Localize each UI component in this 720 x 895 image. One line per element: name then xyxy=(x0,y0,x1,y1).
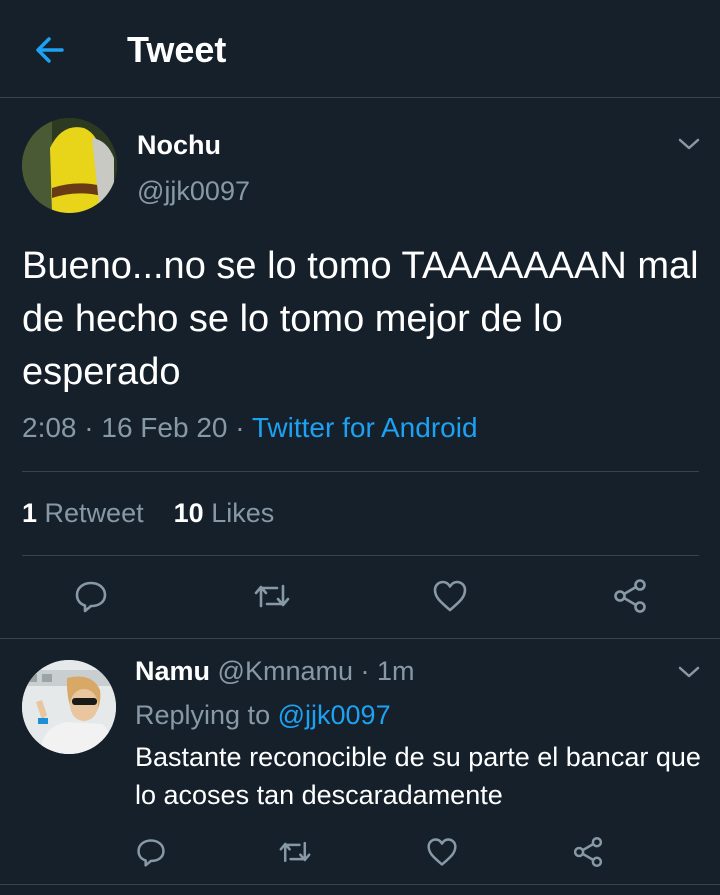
divider xyxy=(22,555,699,556)
page-title: Tweet xyxy=(127,29,227,70)
share-icon xyxy=(614,579,646,613)
tweet-source-link[interactable]: Twitter for Android xyxy=(252,412,478,443)
reply-retweet-button[interactable] xyxy=(277,836,313,873)
avatar[interactable] xyxy=(22,118,117,213)
reply-text: Bastante reconocible de su parte el banc… xyxy=(135,742,701,810)
arrow-left-icon xyxy=(36,37,64,63)
author-handle[interactable]: @jjk0097 xyxy=(137,176,250,207)
reply-button[interactable] xyxy=(73,578,109,619)
like-label: Likes xyxy=(211,498,275,528)
reply-like-button[interactable] xyxy=(426,836,458,873)
author-name[interactable]: Nochu xyxy=(137,130,221,161)
replying-prefix: Replying to xyxy=(135,700,271,730)
replying-to: Replying to @jjk0097 xyxy=(135,700,391,731)
tweet-timestamp: 2:08 · 16 Feb 20 · xyxy=(22,412,252,443)
divider xyxy=(22,471,699,472)
retweet-button[interactable] xyxy=(252,578,292,619)
chevron-down-icon xyxy=(678,666,700,678)
tweet-meta: 2:08 · 16 Feb 20 · Twitter for Android xyxy=(22,412,478,444)
reply-author-name[interactable]: Namu xyxy=(135,656,210,686)
likes-stat[interactable]: 10 Likes xyxy=(174,498,275,528)
reply-menu-button[interactable] xyxy=(676,662,702,687)
reply-header: Namu @Kmnamu · 1m xyxy=(135,656,415,687)
back-button[interactable] xyxy=(30,30,70,70)
heart-icon xyxy=(433,580,467,612)
comment-icon xyxy=(137,839,165,867)
reply-author-handle[interactable]: @Kmnamu xyxy=(218,656,353,686)
retweets-stat[interactable]: 1 Retweet xyxy=(22,498,144,528)
like-button[interactable] xyxy=(432,578,468,619)
reply-avatar[interactable] xyxy=(22,660,116,754)
retweet-icon xyxy=(254,584,290,608)
reply-share-button[interactable] xyxy=(572,836,604,873)
like-count: 10 xyxy=(173,498,204,528)
retweet-label: Retweet xyxy=(44,498,144,528)
comment-icon xyxy=(75,581,107,613)
tweet-text: Bueno...no se lo tomo TAAAAAAAN mal de h… xyxy=(22,245,699,393)
share-button[interactable] xyxy=(612,578,648,619)
reply-reply-button[interactable] xyxy=(135,836,167,873)
retweet-icon xyxy=(279,841,311,863)
tweet-stats: 1 Retweet 10 Likes xyxy=(22,498,274,529)
header-bar: Tweet xyxy=(0,0,720,98)
chevron-down-icon xyxy=(678,138,700,150)
replying-to-mention[interactable]: @jjk0097 xyxy=(278,700,391,730)
divider xyxy=(0,638,720,639)
reply-time: · 1m xyxy=(360,656,415,686)
retweet-count: 1 xyxy=(22,498,38,528)
share-icon xyxy=(573,836,603,868)
divider xyxy=(0,884,720,885)
heart-icon xyxy=(427,838,457,866)
tweet-menu-button[interactable] xyxy=(676,134,702,159)
